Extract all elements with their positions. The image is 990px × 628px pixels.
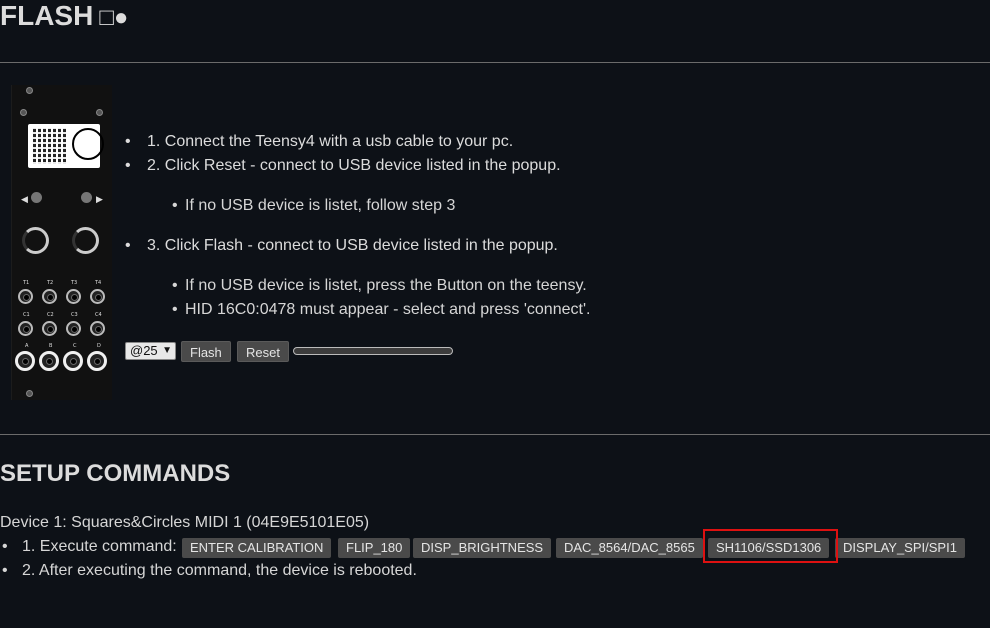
status-icons: □●	[99, 4, 129, 31]
jack-label: C2	[47, 312, 54, 318]
jack	[90, 289, 105, 304]
jack	[87, 351, 107, 371]
panel-button	[31, 192, 42, 203]
jack	[42, 289, 57, 304]
jack-label: T4	[95, 280, 102, 286]
knob	[72, 227, 99, 254]
instruction-list: 1. Connect the Teensy4 with a usb cable …	[125, 132, 590, 320]
device-label: Device 1: Squares&Circles MIDI 1 (04E9E5…	[0, 514, 370, 531]
flash-button[interactable]: Flash	[181, 341, 231, 362]
jack-label: C1	[23, 312, 30, 318]
arrow-right-icon: ▶	[96, 194, 103, 204]
screw-icon	[96, 109, 103, 116]
jack-label: T2	[47, 280, 54, 286]
divider	[0, 62, 990, 63]
command-button-enter-calibration[interactable]: ENTER CALIBRATION	[182, 538, 332, 558]
jack	[18, 289, 33, 304]
screw-icon	[26, 87, 33, 94]
jack	[66, 321, 81, 336]
selection-highlight	[703, 529, 838, 563]
knob	[22, 227, 49, 254]
jack	[18, 321, 33, 336]
module-panel-image: ◀ ▶ T1 T2 T3 T4 C1 C2 C3 C4 A B C D	[11, 85, 112, 400]
page-title: FLASH □●	[0, 0, 129, 31]
jack	[63, 351, 83, 371]
jack-label: T1	[23, 280, 30, 286]
reset-button[interactable]: Reset	[237, 341, 289, 362]
panel-button	[81, 192, 92, 203]
circle-icon	[72, 128, 104, 160]
jack	[39, 351, 59, 371]
jack-label: T3	[71, 280, 78, 286]
list-item: 1. Connect the Teensy4 with a usb cable …	[125, 132, 590, 152]
chevron-down-icon: ▼	[162, 345, 172, 356]
jack	[66, 289, 81, 304]
command-button-display-spi[interactable]: DISPLAY_SPI/SPI1	[835, 538, 965, 558]
jack-label: C	[73, 343, 77, 349]
jack-label: D	[97, 343, 101, 349]
jack-label: C3	[71, 312, 78, 318]
execute-label: 1. Execute command:	[22, 538, 177, 555]
jack	[90, 321, 105, 336]
oled-display	[28, 124, 104, 168]
command-button-disp-brightness[interactable]: DISP_BRIGHTNESS	[413, 538, 552, 558]
jack	[42, 321, 57, 336]
divider	[0, 434, 990, 435]
jack-label: C4	[95, 312, 102, 318]
jack-label: B	[49, 343, 53, 349]
list-item: 3. Click Flash - connect to USB device l…	[125, 236, 590, 256]
list-item: 2. Click Reset - connect to USB device l…	[125, 156, 590, 176]
list-item: HID 16C0:0478 must appear - select and p…	[125, 300, 590, 320]
flash-progress-bar	[293, 347, 453, 355]
jack-label: A	[25, 343, 29, 349]
list-item: If no USB device is listet, follow step …	[125, 196, 590, 216]
list-item: If no USB device is listet, press the Bu…	[125, 276, 590, 296]
arrow-left-icon: ◀	[21, 194, 28, 204]
speed-select[interactable]: @25 ▼	[125, 342, 176, 360]
jack	[15, 351, 35, 371]
screw-icon	[26, 390, 33, 397]
section-title: SETUP COMMANDS	[0, 460, 231, 487]
command-button-flip-180[interactable]: FLIP_180	[338, 538, 411, 558]
screw-icon	[20, 109, 27, 116]
command-button-dac[interactable]: DAC_8564/DAC_8565	[556, 538, 703, 558]
